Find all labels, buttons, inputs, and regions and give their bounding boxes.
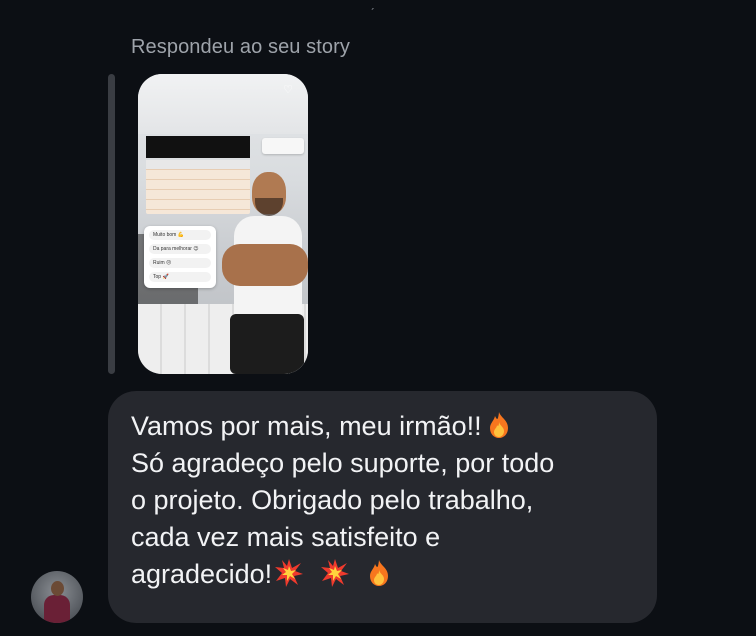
message-line: Só agradeço pelo suporte, por todo (131, 448, 555, 478)
story-thumbnail[interactable]: ♡ Muito bom 💪 Da para melhorar 😉 Ruim 😐 … (138, 74, 308, 374)
message-line: agradecido! (131, 556, 635, 593)
message-text: agradecido! (131, 559, 273, 589)
collision-emoji-icon (320, 558, 350, 588)
heart-icon: ♡ (283, 84, 293, 96)
story-caption-sticker (146, 136, 250, 158)
poll-option: Top 🚀 (149, 272, 211, 282)
reply-indicator-bar (108, 74, 115, 374)
story-person-arms (222, 244, 308, 286)
story-results-table (146, 160, 250, 214)
story-person-beard (255, 198, 283, 216)
avatar-figure (44, 595, 70, 623)
message-text: Vamos por mais, meu irmão!! (131, 411, 482, 441)
poll-option: Da para melhorar 😉 (149, 244, 211, 254)
story-background (138, 74, 308, 134)
reply-caption: Respondeu ao seu story (131, 36, 351, 58)
fire-emoji-icon (364, 558, 394, 588)
poll-option: Muito bom 💪 (149, 230, 211, 240)
message-line: cada vez mais satisfeito e (131, 522, 441, 552)
story-air-conditioner (262, 138, 304, 154)
avatar[interactable] (31, 571, 83, 623)
collision-emoji-icon (274, 558, 304, 588)
story-person-shorts (230, 314, 304, 374)
avatar-face (51, 581, 64, 596)
story-poll-sticker: Muito bom 💪 Da para melhorar 😉 Ruim 😐 To… (144, 226, 216, 288)
message-line: o projeto. Obrigado pelo trabalho, (131, 485, 534, 515)
chat-thread: ˏ Respondeu ao seu story ♡ Muito bom 💪 D… (0, 0, 756, 636)
previous-message-fragment: ˏ (370, 0, 375, 10)
poll-option: Ruim 😐 (149, 258, 211, 268)
message-bubble[interactable]: Vamos por mais, meu irmão!! Só agradeço … (108, 391, 657, 623)
fire-emoji-icon (484, 410, 514, 440)
message-line: Vamos por mais, meu irmão!! (131, 408, 635, 445)
